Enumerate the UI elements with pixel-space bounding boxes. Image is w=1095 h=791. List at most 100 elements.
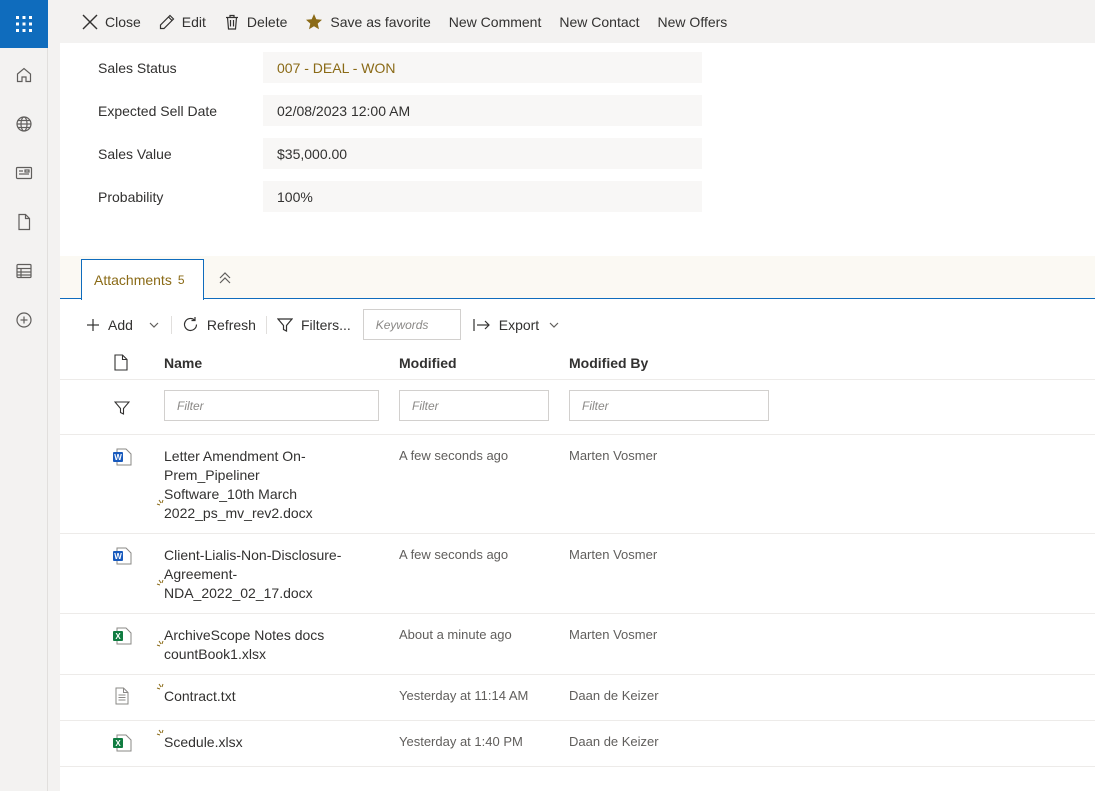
save-as-favorite-label: Save as favorite [330, 13, 431, 30]
field-expected-sell-date: Expected Sell Date 02/08/2023 12:00 AM [98, 89, 1095, 132]
field-sales-value: Sales Value $35,000.00 [98, 132, 1095, 175]
attachments-header: Attachments 5 [60, 256, 1095, 300]
file-modified-by: Daan de Keizer [569, 688, 659, 703]
home-icon[interactable] [0, 50, 48, 99]
excel-file-icon: X [112, 627, 132, 648]
new-contact-button[interactable]: New Contact [559, 14, 639, 30]
field-label: Probability [98, 188, 164, 205]
refresh-button[interactable]: Refresh [182, 316, 256, 333]
probability-value: 100% [263, 181, 702, 212]
file-modified-by: Marten Vosmer [569, 627, 658, 642]
toolbar-divider [170, 315, 172, 334]
table-row[interactable]: Contract.txt Yesterday at 11:14 AM Daan … [60, 675, 1095, 721]
attachments-count-badge: 5 [177, 273, 185, 287]
chevron-down-icon [549, 322, 559, 328]
document-icon[interactable] [0, 197, 48, 246]
chevron-down-icon [149, 322, 159, 328]
add-button[interactable]: Add [86, 317, 133, 333]
keywords-input[interactable]: Keywords [362, 309, 461, 340]
edit-icon [159, 14, 175, 29]
table-header: Name Modified Modified By [60, 345, 1095, 380]
svg-text:X: X [115, 632, 121, 641]
star-icon [306, 13, 323, 29]
file-modified-by: Daan de Keizer [569, 734, 659, 749]
export-icon [473, 318, 490, 331]
word-file-icon: W [112, 547, 132, 568]
new-comment-button[interactable]: New Comment [449, 14, 542, 30]
plus-icon [87, 318, 99, 331]
table-row[interactable]: X Scedule.xlsx Yesterday at 1:40 PM Daan… [60, 721, 1095, 767]
add-circle-icon[interactable] [0, 295, 48, 344]
file-name[interactable]: Contract.txt [164, 687, 354, 706]
new-offers-button[interactable]: New Offers [658, 14, 728, 30]
collapse-button[interactable] [218, 271, 232, 288]
filter-icon [113, 401, 131, 415]
column-header-modified-by[interactable]: Modified By [569, 355, 648, 371]
save-as-favorite-button[interactable]: Save as favorite [305, 13, 431, 31]
word-file-icon: W [112, 448, 132, 469]
file-name[interactable]: Scedule.xlsx [164, 733, 354, 752]
table-row[interactable]: X ArchiveScope Notes docs countBook1.xls… [60, 614, 1095, 675]
svg-text:W: W [114, 453, 122, 462]
svg-text:W: W [114, 552, 122, 561]
globe-icon[interactable] [0, 99, 48, 148]
delete-icon [225, 14, 238, 30]
file-modified: Yesterday at 1:40 PM [399, 734, 523, 749]
new-contact-label: New Contact [559, 13, 640, 30]
text-file-icon [115, 687, 129, 708]
expected-sell-date-value: 02/08/2023 12:00 AM [263, 95, 702, 126]
filter-row: Filter Filter Filter [60, 380, 1095, 435]
file-name[interactable]: ArchiveScope Notes docs countBook1.xlsx [164, 626, 354, 664]
field-sales-status: Sales Status 007 - DEAL - WON [98, 46, 1095, 89]
file-name[interactable]: Letter Amendment On- Prem_Pipeliner Soft… [164, 447, 354, 523]
column-header-name[interactable]: Name [164, 355, 202, 371]
delete-label: Delete [246, 13, 288, 30]
document-icon [114, 354, 128, 371]
edit-button[interactable]: Edit [159, 14, 206, 30]
field-probability: Probability 100% [98, 175, 1095, 218]
chevron-double-up-icon [219, 272, 231, 284]
close-button[interactable]: Close [82, 14, 141, 30]
deal-form: Sales Status 007 - DEAL - WON Expected S… [60, 43, 1095, 218]
new-comment-label: New Comment [448, 13, 542, 30]
file-modified: Yesterday at 11:14 AM [399, 688, 529, 703]
app-rail [0, 0, 48, 791]
add-label: Add [108, 316, 133, 333]
refresh-label: Refresh [206, 316, 256, 333]
filters-button[interactable]: Filters... [276, 316, 351, 333]
filters-label: Filters... [300, 316, 351, 333]
add-dropdown-button[interactable] [149, 320, 167, 330]
export-button[interactable]: Export [473, 317, 559, 333]
tab-attachments[interactable]: Attachments 5 [81, 259, 204, 300]
filter-row-icon [113, 400, 131, 419]
waffle-icon[interactable] [0, 0, 48, 48]
modified-filter-input[interactable]: Filter [399, 390, 549, 421]
file-modified: A few seconds ago [399, 547, 509, 562]
name-filter-input[interactable]: Filter [164, 390, 379, 421]
column-header-modified[interactable]: Modified [399, 355, 457, 371]
table-row[interactable]: W Letter Amendment On- Prem_Pipeliner So… [60, 435, 1095, 534]
file-modified-by: Marten Vosmer [569, 547, 658, 562]
field-label: Expected Sell Date [98, 102, 218, 119]
file-modified: A few seconds ago [399, 448, 509, 463]
close-icon [82, 14, 98, 29]
file-modified-by: Marten Vosmer [569, 448, 658, 463]
svg-text:X: X [115, 739, 121, 748]
file-type-column-header[interactable] [114, 354, 128, 374]
command-bar: Close Edit Delete Save as favorite New C… [60, 0, 1095, 43]
filter-icon [276, 317, 293, 332]
file-name[interactable]: Client-Lialis-Non-Disclosure- Agreement-… [164, 546, 354, 603]
attachments-toolbar: Add Refresh Filters... Keywords Export [60, 308, 559, 341]
file-modified: About a minute ago [399, 627, 512, 642]
detail-panel: Close Edit Delete Save as favorite New C… [60, 0, 1095, 791]
news-icon[interactable] [0, 148, 48, 197]
table-row[interactable]: W Client-Lialis-Non-Disclosure- Agreemen… [60, 534, 1095, 614]
list-icon[interactable] [0, 246, 48, 295]
modified-by-filter-input[interactable]: Filter [569, 390, 769, 421]
field-label: Sales Value [98, 145, 172, 162]
excel-file-icon: X [112, 734, 132, 755]
refresh-icon [183, 317, 198, 332]
delete-button[interactable]: Delete [224, 14, 287, 30]
sales-status-value[interactable]: 007 - DEAL - WON [263, 52, 702, 83]
export-label: Export [498, 316, 540, 333]
